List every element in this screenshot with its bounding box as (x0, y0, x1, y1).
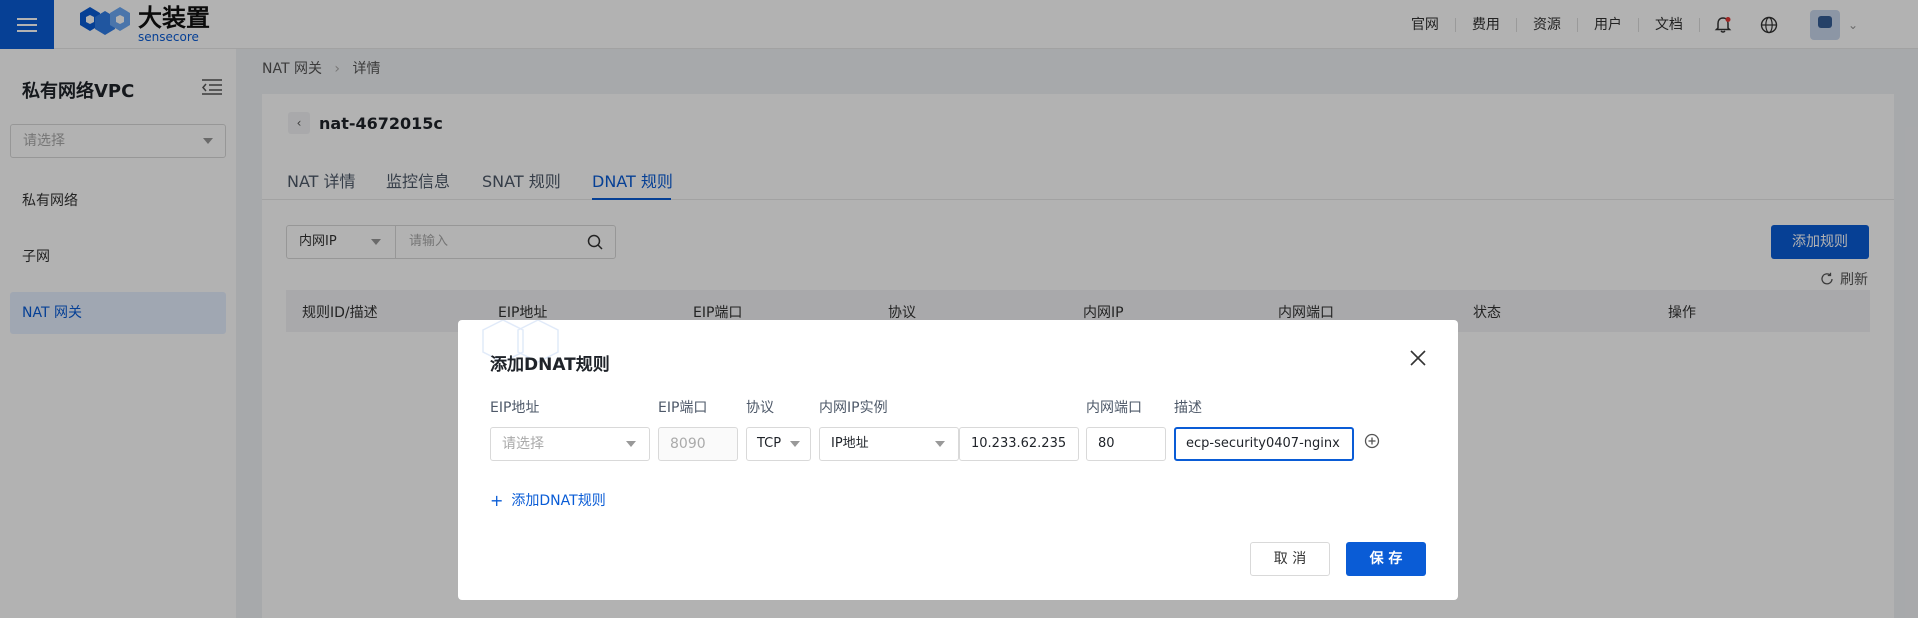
add-dnat-rule-link-label: 添加DNAT规则 (511, 493, 606, 509)
add-dnat-rule-link[interactable]: + 添加DNAT规则 (490, 490, 606, 510)
caret-down-icon (935, 441, 945, 447)
close-icon[interactable] (1406, 346, 1430, 370)
caret-down-icon (626, 441, 636, 447)
caret-down-icon (790, 441, 800, 447)
add-row-icon[interactable] (1364, 433, 1380, 449)
eip-address-label: EIP地址 (490, 400, 540, 416)
protocol-label: 协议 (746, 400, 774, 416)
inner-port-label: 内网端口 (1086, 400, 1142, 416)
dialog-title: 添加DNAT规则 (490, 355, 610, 375)
save-button[interactable]: 保 存 (1346, 542, 1426, 576)
cancel-button[interactable]: 取 消 (1250, 542, 1330, 576)
eip-address-placeholder: 请选择 (502, 436, 544, 452)
description-input[interactable]: ecp-security0407-nginx (1174, 427, 1354, 461)
plus-icon: + (490, 490, 504, 510)
protocol-value: TCP (757, 436, 782, 451)
inner-ip-input[interactable]: 10.233.62.235 (959, 427, 1079, 461)
instance-type-select[interactable]: IP地址 (819, 427, 959, 461)
eip-port-label: EIP端口 (658, 400, 708, 416)
inner-port-input[interactable]: 80 (1086, 427, 1166, 461)
instance-type-value: IP地址 (831, 436, 869, 451)
protocol-select[interactable]: TCP (746, 427, 811, 461)
description-label: 描述 (1174, 400, 1202, 416)
eip-address-select[interactable]: 请选择 (490, 427, 650, 461)
add-dnat-rule-dialog: 添加DNAT规则 EIP地址 EIP端口 协议 内网IP实例 内网端口 描述 请… (458, 320, 1458, 600)
inner-ip-instance-label: 内网IP实例 (819, 400, 888, 416)
eip-port-input[interactable]: 8090 (658, 427, 738, 461)
